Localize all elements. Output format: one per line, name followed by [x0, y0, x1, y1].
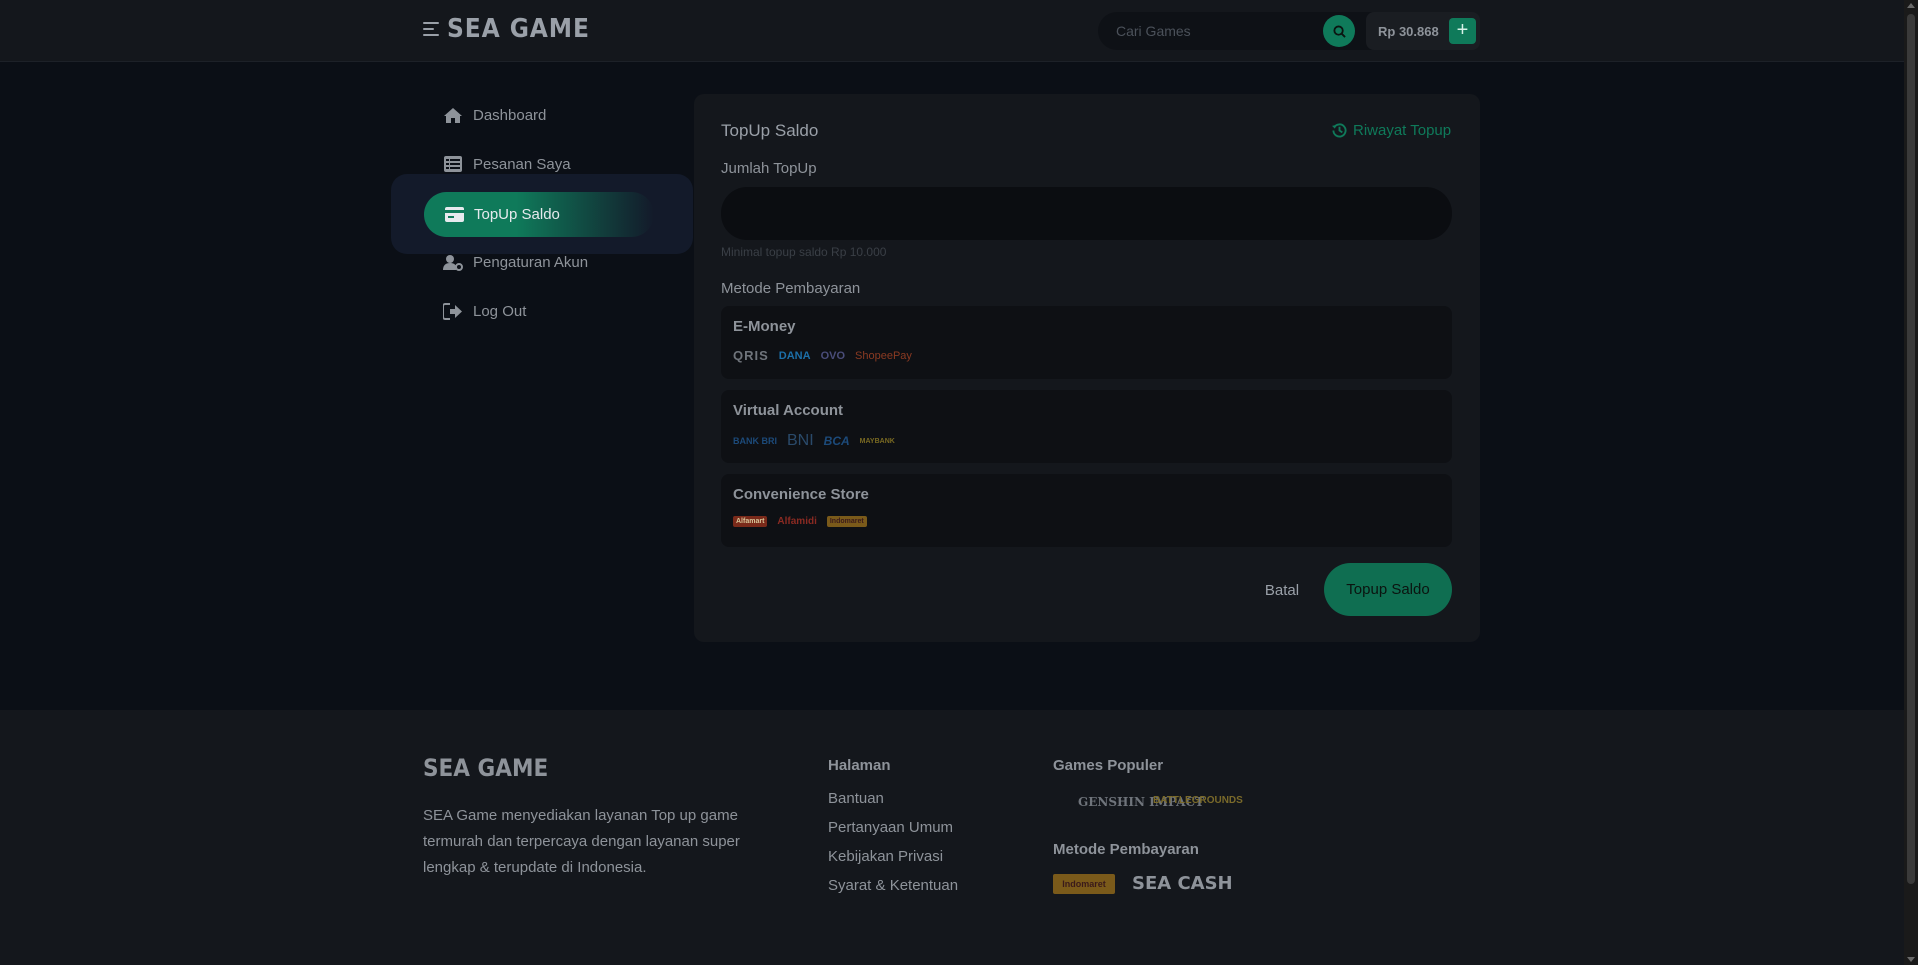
indomaret-payment-logo: Indomaret: [1053, 874, 1115, 894]
payment-method-title: Convenience Store: [733, 486, 869, 503]
scroll-down-arrow[interactable]: [1907, 957, 1915, 962]
sidebar-item-label: Pengaturan Akun: [473, 253, 589, 271]
topup-submit-label: Topup Saldo: [1346, 581, 1430, 598]
payment-method-emoney[interactable]: E-Money QRIS DANA OVO ShopeePay: [721, 306, 1452, 379]
bca-logo: BCA: [823, 434, 850, 448]
page-scrollbar[interactable]: [1904, 0, 1918, 965]
sidebar-item-orders[interactable]: Pesanan Saya: [443, 155, 571, 173]
amount-hint: Minimal topup saldo Rp 10.000: [721, 245, 887, 259]
payment-method-title: E-Money: [733, 318, 796, 335]
footer-link-privacy[interactable]: Kebijakan Privasi: [828, 848, 943, 865]
footer-link-help[interactable]: Bantuan: [828, 790, 884, 807]
scrollbar-thumb[interactable]: [1907, 14, 1915, 884]
search-icon: [1332, 24, 1346, 38]
history-icon: [1332, 123, 1347, 138]
footer-games-heading: Games Populer: [1053, 757, 1164, 774]
cancel-button[interactable]: Batal: [1247, 567, 1317, 613]
sidebar-item-label: Dashboard: [473, 106, 547, 124]
footer-pages-heading: Halaman: [828, 757, 891, 774]
footer-logo[interactable]: SEA GAME: [423, 754, 548, 782]
list-icon: [443, 155, 463, 173]
payment-method-virtual-account[interactable]: Virtual Account BANK BRI BNI BCA MAYBANK: [721, 390, 1452, 463]
pubg-logo[interactable]: BATTLEGROUNDS: [1153, 795, 1243, 806]
sidebar-item-dashboard[interactable]: Dashboard: [443, 106, 546, 124]
alfamidi-logo: Alfamidi: [777, 516, 817, 527]
shopeepay-logo: ShopeePay: [855, 349, 912, 362]
search-button[interactable]: [1323, 15, 1355, 47]
indomaret-logo: Indomaret: [826, 516, 867, 527]
maybank-logo: MAYBANK: [859, 437, 895, 445]
payment-method-convenience-store[interactable]: Convenience Store Alfamart Alfamidi Indo…: [721, 474, 1452, 547]
amount-input[interactable]: [721, 187, 1452, 240]
footer: [0, 710, 1904, 965]
bri-logo: BANK BRI: [733, 436, 777, 446]
history-label: Riwayat Topup: [1353, 122, 1452, 139]
site-logo[interactable]: SEA GAME: [447, 14, 590, 44]
sidebar-item-account-settings[interactable]: Pengaturan Akun: [443, 253, 588, 271]
balance-amount: Rp 30.868: [1378, 24, 1439, 39]
payment-method-label: Metode Pembayaran: [721, 280, 861, 297]
sidebar-item-logout[interactable]: Log Out: [443, 302, 526, 320]
top-bar: [0, 0, 1904, 62]
sea-cash-logo: SEA CASH: [1132, 873, 1233, 894]
sidebar-item-label: TopUp Saldo: [474, 206, 560, 223]
user-gear-icon: [443, 253, 463, 271]
page-title: TopUp Saldo: [721, 121, 819, 140]
sidebar-item-label: Pesanan Saya: [473, 155, 571, 173]
ovo-logo: OVO: [820, 349, 846, 362]
credit-card-icon: [444, 206, 464, 224]
search-input[interactable]: [1116, 21, 1326, 41]
footer-link-terms[interactable]: Syarat & Ketentuan: [828, 877, 958, 894]
logout-icon: [443, 302, 463, 320]
footer-description: SEA Game menyediakan layanan Top up game…: [423, 807, 740, 876]
sidebar-item-topup[interactable]: TopUp Saldo: [424, 192, 654, 237]
qris-logo: QRIS: [733, 348, 769, 363]
amount-label: Jumlah TopUp: [721, 160, 817, 177]
footer-link-faq[interactable]: Pertanyaan Umum: [828, 819, 953, 836]
topup-history-link[interactable]: Riwayat Topup: [1332, 122, 1451, 139]
sidebar-item-label: Log Out: [473, 302, 527, 320]
menu-icon[interactable]: [423, 22, 441, 40]
home-icon: [443, 106, 463, 124]
scroll-up-arrow[interactable]: [1907, 3, 1915, 8]
bni-logo: BNI: [787, 432, 814, 449]
footer-payment-heading: Metode Pembayaran: [1053, 841, 1199, 858]
add-balance-button[interactable]: +: [1449, 18, 1476, 44]
topup-submit-button[interactable]: Topup Saldo: [1324, 563, 1452, 616]
dana-logo: DANA: [778, 349, 811, 362]
payment-method-title: Virtual Account: [733, 402, 844, 419]
alfamart-logo: Alfamart: [733, 516, 768, 527]
